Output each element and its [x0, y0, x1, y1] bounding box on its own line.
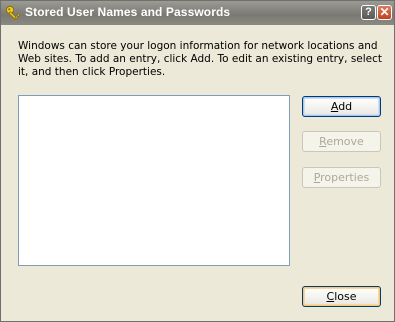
credentials-list[interactable]: [18, 95, 290, 266]
close-button[interactable]: Close: [302, 286, 381, 307]
title-bar[interactable]: Stored User Names and Passwords ? ✕: [1, 1, 394, 25]
add-button[interactable]: Add: [302, 96, 381, 117]
help-button[interactable]: ?: [361, 5, 376, 20]
key-icon: [5, 5, 21, 21]
instructions-text: Windows can store your logon information…: [18, 40, 383, 78]
window-title: Stored User Names and Passwords: [25, 5, 231, 19]
properties-button[interactable]: Properties: [302, 167, 381, 188]
window-close-button[interactable]: ✕: [377, 5, 392, 20]
stored-credentials-dialog: Stored User Names and Passwords ? ✕ Wind…: [0, 0, 395, 322]
remove-button[interactable]: Remove: [302, 131, 381, 152]
